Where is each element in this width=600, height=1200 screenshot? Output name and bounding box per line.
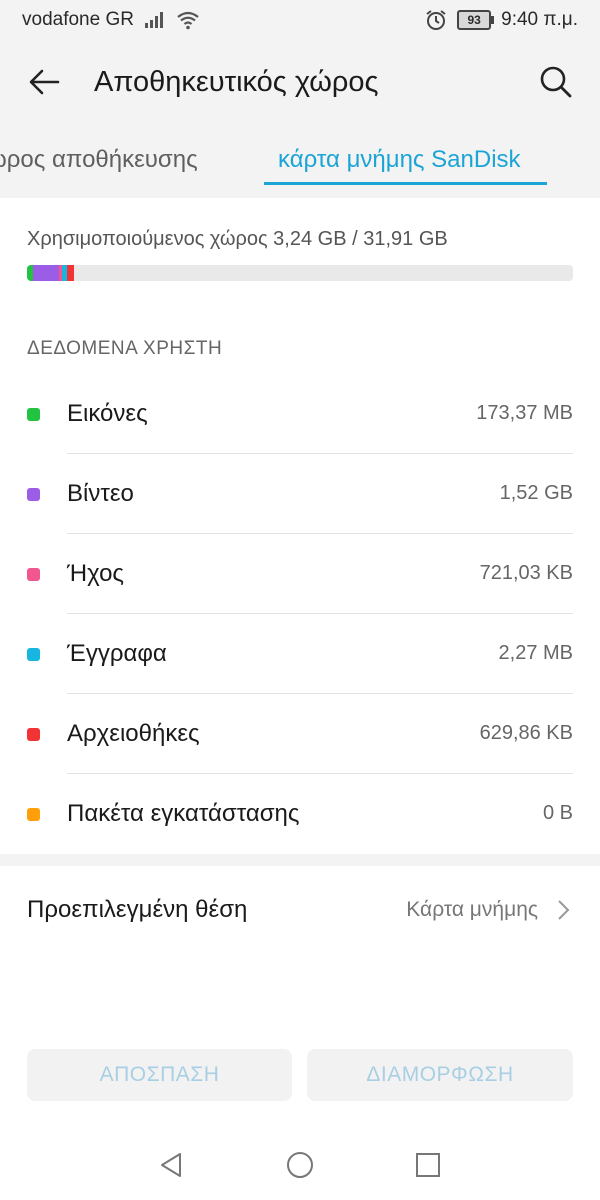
list-item-install-packages[interactable]: Πακέτα εγκατάστασης 0 B <box>0 774 600 854</box>
wifi-icon <box>177 11 199 30</box>
storage-usage-bar <box>27 265 573 281</box>
active-tab-indicator <box>264 182 547 185</box>
signal-icon <box>144 12 163 28</box>
battery-level: 93 <box>467 13 481 27</box>
category-size: 629,86 KB <box>479 722 573 744</box>
default-location-row[interactable]: Προεπιλεγμένη θέση Κάρτα μνήμης <box>0 866 600 952</box>
status-bar: vodafone GR 93 9:40 π.μ. <box>0 0 600 40</box>
archives-color-dot <box>27 728 40 741</box>
category-label: Βίντεο <box>67 480 134 507</box>
chevron-right-icon <box>558 900 570 920</box>
category-label: Εικόνες <box>67 400 148 427</box>
images-color-dot <box>27 408 40 421</box>
tab-internal-storage[interactable]: ώρος αποθήκευσης <box>0 146 198 174</box>
category-size: 721,03 KB <box>479 562 573 584</box>
storage-tabs: ώρος αποθήκευσης κάρτα μνήμης SanDisk <box>0 124 600 198</box>
documents-color-dot <box>27 648 40 661</box>
used-space-label: Χρησιμοποιούμενος χώρος 3,24 GB / 31,91 … <box>27 228 448 250</box>
video-color-dot <box>27 488 40 501</box>
install-packages-color-dot <box>27 808 40 821</box>
list-item-video[interactable]: Βίντεο 1,52 GB <box>0 454 600 534</box>
category-size: 173,37 MB <box>476 402 573 424</box>
nav-back-icon[interactable] <box>156 1150 186 1180</box>
eject-button[interactable]: ΑΠΟΣΠΑΣΗ <box>27 1049 292 1101</box>
category-label: Πακέτα εγκατάστασης <box>67 800 300 827</box>
nav-recents-icon[interactable] <box>413 1150 443 1180</box>
storage-card: Χρησιμοποιούμενος χώρος 3,24 GB / 31,91 … <box>0 198 600 854</box>
usage-segment-video <box>33 265 60 281</box>
category-list: Εικόνες 173,37 MB Βίντεο 1,52 GB Ήχος 72… <box>0 374 600 854</box>
category-size: 1,52 GB <box>499 482 573 504</box>
usage-segment-archives <box>66 265 74 281</box>
back-arrow-icon[interactable] <box>24 62 64 102</box>
category-size: 2,27 MB <box>498 642 573 664</box>
user-data-section-title: ΔΕΔΟΜΕΝΑ ΧΡΗΣΤΗ <box>27 338 223 359</box>
navigation-bar <box>0 1130 600 1200</box>
nav-home-icon[interactable] <box>285 1150 315 1180</box>
category-label: Έγγραφα <box>67 640 167 667</box>
category-label: Αρχειοθήκες <box>67 720 200 747</box>
list-item-audio[interactable]: Ήχος 721,03 KB <box>0 534 600 614</box>
battery-icon: 93 <box>457 10 495 30</box>
clock: 9:40 π.μ. <box>501 9 578 30</box>
category-label: Ήχος <box>67 560 124 587</box>
default-location-value: Κάρτα μνήμης <box>406 898 538 921</box>
alarm-icon <box>426 10 446 30</box>
page-title: Αποθηκευτικός χώρος <box>94 65 379 98</box>
tab-sd-card[interactable]: κάρτα μνήμης SanDisk <box>278 146 521 174</box>
search-icon[interactable] <box>536 62 576 102</box>
app-bar: Αποθηκευτικός χώρος <box>0 40 600 124</box>
audio-color-dot <box>27 568 40 581</box>
carrier-name: vodafone GR <box>22 9 134 30</box>
format-button[interactable]: ΔΙΑΜΟΡΦΩΣΗ <box>307 1049 573 1101</box>
default-location-label: Προεπιλεγμένη θέση <box>27 896 248 923</box>
list-item-images[interactable]: Εικόνες 173,37 MB <box>0 374 600 454</box>
category-size: 0 B <box>542 802 573 824</box>
list-item-archives[interactable]: Αρχειοθήκες 629,86 KB <box>0 694 600 774</box>
list-item-documents[interactable]: Έγγραφα 2,27 MB <box>0 614 600 694</box>
